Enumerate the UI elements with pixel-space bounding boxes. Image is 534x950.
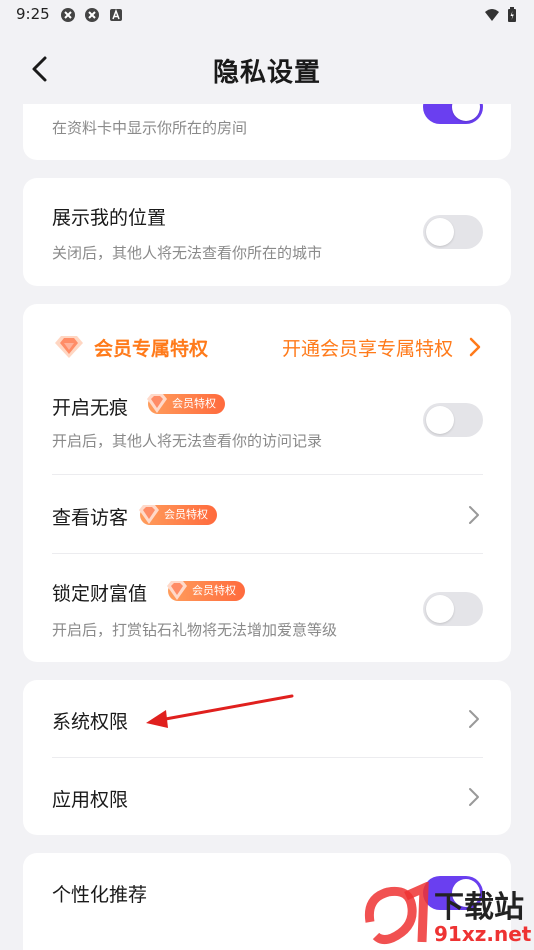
vip-badge-label: 会员特权 <box>172 397 216 410</box>
app-notification-icon <box>61 8 75 22</box>
watermark-site: 91xz.net <box>434 922 532 946</box>
battery-icon <box>508 7 516 22</box>
room-display-subtitle: 在资料卡中显示你所在的房间 <box>52 119 248 137</box>
toggle-knob <box>426 595 454 623</box>
vip-gem-icon <box>147 394 167 413</box>
chevron-right-icon[interactable] <box>467 708 481 730</box>
status-time: 9:25 <box>16 5 50 23</box>
incognito-title: 开启无痕 <box>52 397 129 419</box>
page-header: 隐私设置 <box>0 40 534 100</box>
view-visitors-row[interactable]: 查看访客 会员特权 <box>23 475 511 553</box>
system-permissions-row[interactable]: 系统权限 <box>23 680 511 757</box>
toggle-knob <box>426 218 454 246</box>
location-card: 展示我的位置 关闭后，其他人将无法查看你所在的城市 <box>23 178 511 286</box>
vip-gem-icon <box>139 505 159 524</box>
site-watermark: 下载站 91xz.net <box>362 880 534 950</box>
system-permissions-title: 系统权限 <box>52 711 129 733</box>
app-permissions-row[interactable]: 应用权限 <box>23 758 511 835</box>
divider <box>52 553 483 554</box>
app-permissions-title: 应用权限 <box>52 789 129 811</box>
watermark-text: 下载站 <box>434 890 524 925</box>
vip-link-chevron-icon[interactable] <box>469 337 481 357</box>
vip-badge: 会员特权 <box>147 394 225 414</box>
app-notification-icon <box>85 8 99 22</box>
location-title: 展示我的位置 <box>52 207 167 229</box>
toggle-knob <box>426 406 454 434</box>
location-subtitle: 关闭后，其他人将无法查看你所在的城市 <box>52 244 323 262</box>
permissions-card: 系统权限 应用权限 <box>23 680 511 835</box>
vip-header-label: 会员专属特权 <box>94 338 209 360</box>
incognito-subtitle: 开启后，其他人将无法查看你的访问记录 <box>52 432 323 450</box>
recommend-title: 个性化推荐 <box>52 884 148 906</box>
toggle-knob <box>452 104 480 121</box>
location-toggle[interactable] <box>423 215 483 249</box>
open-vip-link[interactable]: 开通会员享专属特权 <box>282 334 453 361</box>
vip-badge-label: 会员特权 <box>192 584 236 597</box>
watermark-logo-icon <box>364 882 429 945</box>
lock-wealth-title: 锁定财富值 <box>52 583 148 605</box>
vip-gem-icon <box>55 336 83 358</box>
chevron-right-icon[interactable] <box>467 504 481 526</box>
vip-badge: 会员特权 <box>139 505 217 525</box>
view-visitors-title: 查看访客 <box>52 507 129 529</box>
vip-privileges-card: 会员专属特权 开通会员享专属特权 开启无痕 会员特权 开启后，其他人将无法查看你… <box>23 304 511 662</box>
room-display-toggle[interactable] <box>423 104 483 124</box>
lock-wealth-toggle[interactable] <box>423 592 483 626</box>
incognito-toggle[interactable] <box>423 403 483 437</box>
room-display-card: 在资料卡中显示你所在的房间 <box>23 104 511 160</box>
vip-gem-icon <box>167 581 187 600</box>
a-notification-icon <box>110 8 122 21</box>
page-title: 隐私设置 <box>212 58 321 88</box>
status-bar: 9:25 <box>0 0 534 30</box>
wifi-icon <box>485 9 499 21</box>
vip-badge-label: 会员特权 <box>164 508 208 521</box>
lock-wealth-subtitle: 开启后，打赏钻石礼物将无法增加爱意等级 <box>52 621 338 639</box>
vip-badge: 会员特权 <box>167 581 245 601</box>
chevron-right-icon[interactable] <box>467 786 481 808</box>
